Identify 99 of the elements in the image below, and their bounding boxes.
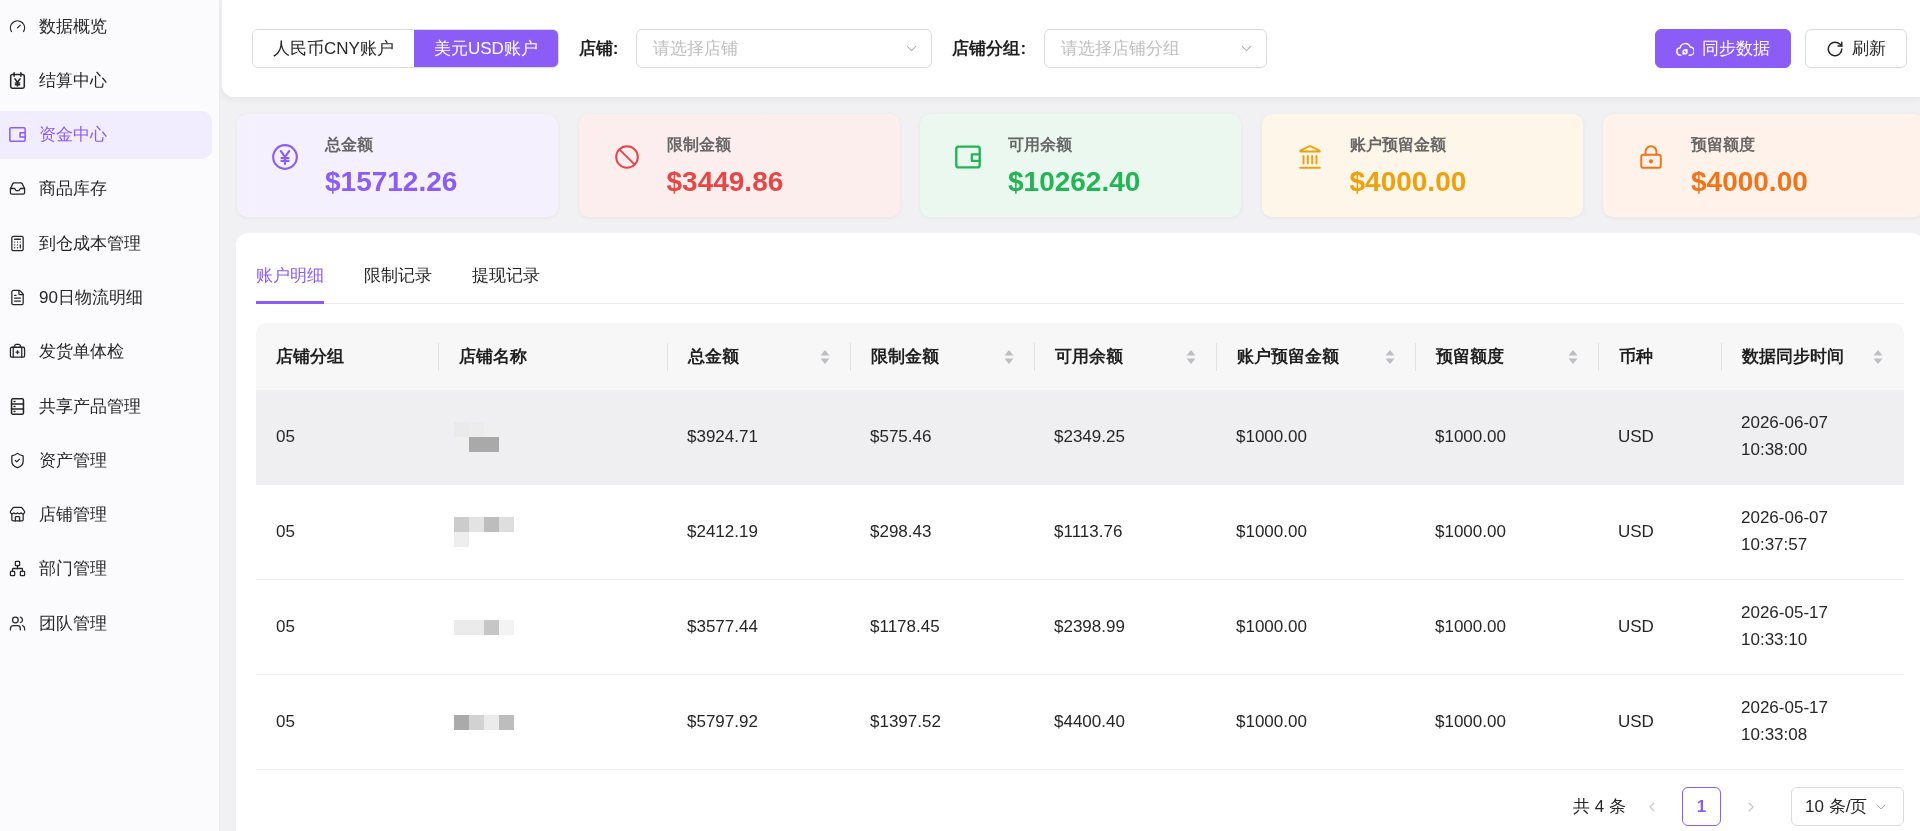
shield-check-icon xyxy=(9,451,26,469)
sidebar-item[interactable]: 店铺管理 xyxy=(0,490,212,539)
table-cell-text: USD xyxy=(1617,710,1655,733)
select-field[interactable]: 请选择店铺分组 xyxy=(1044,29,1268,68)
table-cell-text: $298.43 xyxy=(869,520,933,543)
pixel-mosaic-drawing xyxy=(454,619,514,635)
table-cell-text: $2398.99 xyxy=(1053,615,1126,638)
select-field[interactable]: 请选择店铺 xyxy=(636,29,933,68)
table-cell-text: $1000.00 xyxy=(1434,425,1507,448)
table-cell-text: $1000.00 xyxy=(1235,520,1308,543)
table-cell-text: $5797.92 xyxy=(686,710,759,733)
table-cell-text: $1397.52 xyxy=(869,710,942,733)
table-cell-text: $1000.00 xyxy=(1434,710,1507,733)
tab[interactable]: 账户明细 xyxy=(256,233,324,304)
column-header: 数据同步时间 xyxy=(1742,346,1844,368)
column-header: 币种 xyxy=(1619,346,1653,368)
wallet-icon xyxy=(9,126,26,144)
card-value: $4000.00 xyxy=(1691,165,1808,199)
filter-label: 店铺: xyxy=(578,38,619,60)
pixel-mosaic-drawing xyxy=(454,422,499,452)
sort-icon[interactable] xyxy=(1873,348,1883,365)
sidebar-item[interactable]: 团队管理 xyxy=(0,599,212,648)
table-cell-text: 05 xyxy=(275,520,296,543)
sidebar-item[interactable]: 商品库存 xyxy=(0,164,212,213)
column-header: 店铺分组 xyxy=(276,346,344,368)
sidebar-item[interactable]: 结算中心 xyxy=(0,56,212,105)
sync-button[interactable]: 同步数据 xyxy=(1655,29,1791,68)
sort-icon[interactable] xyxy=(1186,348,1196,365)
table-cell-text: 2026-05-17 10:33:10 xyxy=(1740,602,1829,651)
table-cell-text: $1000.00 xyxy=(1235,425,1308,448)
table-cell-text: $3577.44 xyxy=(686,615,759,638)
list-icon xyxy=(9,397,26,415)
users-icon xyxy=(9,614,26,632)
table-cell-text: $575.46 xyxy=(869,425,933,448)
column-header: 账户预留金额 xyxy=(1237,346,1339,368)
tab[interactable]: 限制记录 xyxy=(364,233,432,304)
table-cell-text: 05 xyxy=(275,615,296,638)
table-cell-text: $4400.40 xyxy=(1053,710,1126,733)
table-cell-text: USD xyxy=(1617,520,1655,543)
sidebar-item[interactable]: 部门管理 xyxy=(0,544,212,593)
tab[interactable]: 提现记录 xyxy=(472,233,540,304)
sidebar-item[interactable]: 到仓成本管理 xyxy=(0,219,212,268)
sort-icon[interactable] xyxy=(1385,348,1395,365)
card-label: 账户预留金额 xyxy=(1349,135,1447,155)
card-value: $15712.26 xyxy=(325,165,458,199)
calendar-icon xyxy=(9,71,26,89)
calculator-icon xyxy=(9,234,26,252)
column-header: 限制金额 xyxy=(871,346,939,368)
medical-bag-icon xyxy=(9,343,26,361)
table-cell-text: $1000.00 xyxy=(1235,710,1308,733)
table-cell-text: USD xyxy=(1617,615,1655,638)
table-cell-text: 05 xyxy=(275,425,296,448)
card-value: $10262.40 xyxy=(1008,165,1141,199)
table-cell-text: 2026-06-07 10:37:57 xyxy=(1740,507,1829,556)
sidebar-item[interactable]: 资金中心 xyxy=(0,110,212,159)
table-cell-text: 2026-06-07 10:38:00 xyxy=(1740,412,1829,461)
table-cell-text: 2026-05-17 10:33:08 xyxy=(1740,697,1829,746)
table-cell-text: USD xyxy=(1617,425,1655,448)
sidebar-item[interactable]: 资产管理 xyxy=(0,436,212,485)
pixel-mosaic-drawing xyxy=(454,517,514,547)
store-icon xyxy=(9,506,26,524)
gauge-icon xyxy=(9,17,26,35)
sort-icon[interactable] xyxy=(1004,348,1014,365)
card-label: 总金额 xyxy=(325,135,374,155)
sidebar-item[interactable]: 90日物流明细 xyxy=(0,273,212,322)
page-button[interactable]: 1 xyxy=(1682,787,1721,826)
card-value: $4000.00 xyxy=(1349,165,1467,199)
column-header: 可用余额 xyxy=(1055,346,1123,368)
refresh-button[interactable]: 刷新 xyxy=(1805,29,1907,68)
card-label: 可用余额 xyxy=(1008,135,1073,155)
network-icon xyxy=(9,560,26,578)
refresh-icon xyxy=(1826,39,1844,58)
table-cell-text: $2412.19 xyxy=(686,520,759,543)
sidebar-item[interactable]: 发货单体检 xyxy=(0,327,212,376)
table-cell-text: $1000.00 xyxy=(1434,615,1507,638)
table-cell-text: $1113.76 xyxy=(1053,520,1124,543)
table-cell-text: 05 xyxy=(275,710,296,733)
table-cell-text: $2349.25 xyxy=(1053,425,1126,448)
column-header: 预留额度 xyxy=(1436,346,1504,368)
column-header: 总金额 xyxy=(688,346,739,368)
sort-icon[interactable] xyxy=(820,348,830,365)
document-icon xyxy=(9,289,26,306)
sidebar-item[interactable]: 共享产品管理 xyxy=(0,382,212,431)
table-cell-text: $3924.71 xyxy=(686,425,759,448)
filter-label: 店铺分组: xyxy=(952,38,1027,60)
card-label: 限制金额 xyxy=(666,135,732,155)
page-size-select[interactable]: 10 条/页 xyxy=(1791,787,1904,826)
total-count: 共 4 条 xyxy=(1573,796,1626,818)
table-cell-text: $1000.00 xyxy=(1235,615,1308,638)
column-header: 店铺名称 xyxy=(459,346,527,368)
table-cell-text: $1000.00 xyxy=(1434,520,1507,543)
sidebar-item[interactable]: 数据概览 xyxy=(0,2,212,50)
table-cell-text: $1178.45 xyxy=(869,615,941,638)
inbox-icon xyxy=(9,180,26,198)
card-label: 预留额度 xyxy=(1691,135,1756,155)
pixel-mosaic-drawing xyxy=(454,714,514,730)
sort-icon[interactable] xyxy=(1568,348,1578,365)
card-value: $3449.86 xyxy=(666,165,784,199)
account-tab[interactable]: 美元USD账户 xyxy=(413,30,558,67)
